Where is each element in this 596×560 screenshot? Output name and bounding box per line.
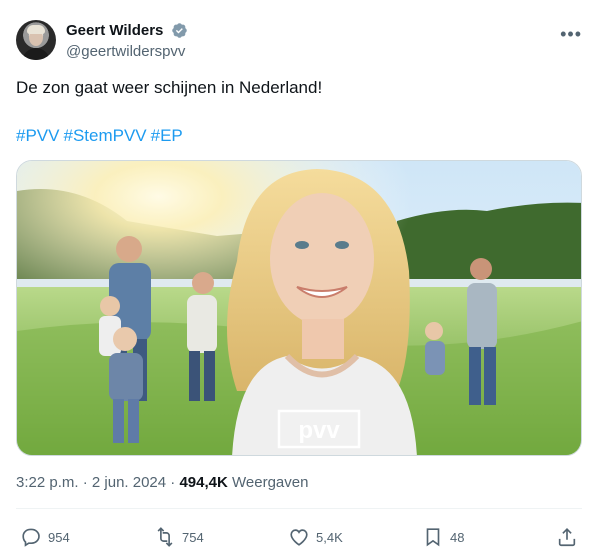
- meta-separator-2: ·: [170, 474, 176, 491]
- more-options-icon[interactable]: •••: [560, 24, 582, 45]
- repost-button[interactable]: 754: [154, 522, 204, 552]
- verified-badge-icon: [172, 23, 187, 39]
- like-count: 5,4K: [316, 529, 343, 545]
- action-bar: 954 754 5,4K 48: [16, 522, 582, 552]
- pvv-logo-text: pvv: [298, 417, 340, 444]
- reply-count: 954: [48, 529, 70, 545]
- author-handle[interactable]: @geertwilderspvv: [66, 43, 188, 60]
- bookmark-button[interactable]: 48: [422, 522, 464, 552]
- heart-icon: [290, 529, 308, 546]
- share-button[interactable]: [556, 522, 584, 552]
- hashtags: #PVV #StemPVV #EP: [16, 126, 187, 146]
- tweet-date[interactable]: 2 jun. 2024: [92, 474, 166, 491]
- avatar[interactable]: [16, 20, 56, 60]
- tweet-meta: 3:22 p.m. · 2 jun. 2024 · 494,4K Weergav…: [16, 474, 308, 491]
- meadow-scene-image: pvv: [17, 161, 581, 455]
- divider: [16, 508, 582, 509]
- hashtag-stempvv[interactable]: #StemPVV: [63, 126, 146, 145]
- views-label: Weergaven: [232, 474, 309, 491]
- tweet-header: Geert Wilders @geertwilderspvv •••: [16, 20, 582, 64]
- author-display-name[interactable]: Geert Wilders: [66, 22, 163, 39]
- views-count: 494,4K: [179, 474, 228, 491]
- bookmark-icon: [426, 528, 440, 547]
- like-button[interactable]: 5,4K: [288, 522, 343, 552]
- tweet-text: De zon gaat weer schijnen in Nederland!: [16, 78, 323, 97]
- hashtag-pvv[interactable]: #PVV: [16, 126, 59, 145]
- reply-button[interactable]: 954: [20, 522, 70, 552]
- meta-separator: ·: [82, 474, 88, 491]
- avatar-hair: [27, 25, 45, 34]
- repost-icon: [157, 527, 173, 547]
- tweet-time[interactable]: 3:22 p.m.: [16, 474, 79, 491]
- hashtag-ep[interactable]: #EP: [151, 126, 183, 145]
- repost-count: 754: [182, 529, 204, 545]
- avatar-shoulders: [22, 48, 50, 60]
- share-icon: [558, 528, 576, 547]
- tweet-image[interactable]: pvv: [16, 160, 582, 456]
- bookmark-count: 48: [450, 529, 465, 545]
- reply-icon: [22, 528, 40, 547]
- author-info: Geert Wilders @geertwilderspvv: [66, 22, 188, 60]
